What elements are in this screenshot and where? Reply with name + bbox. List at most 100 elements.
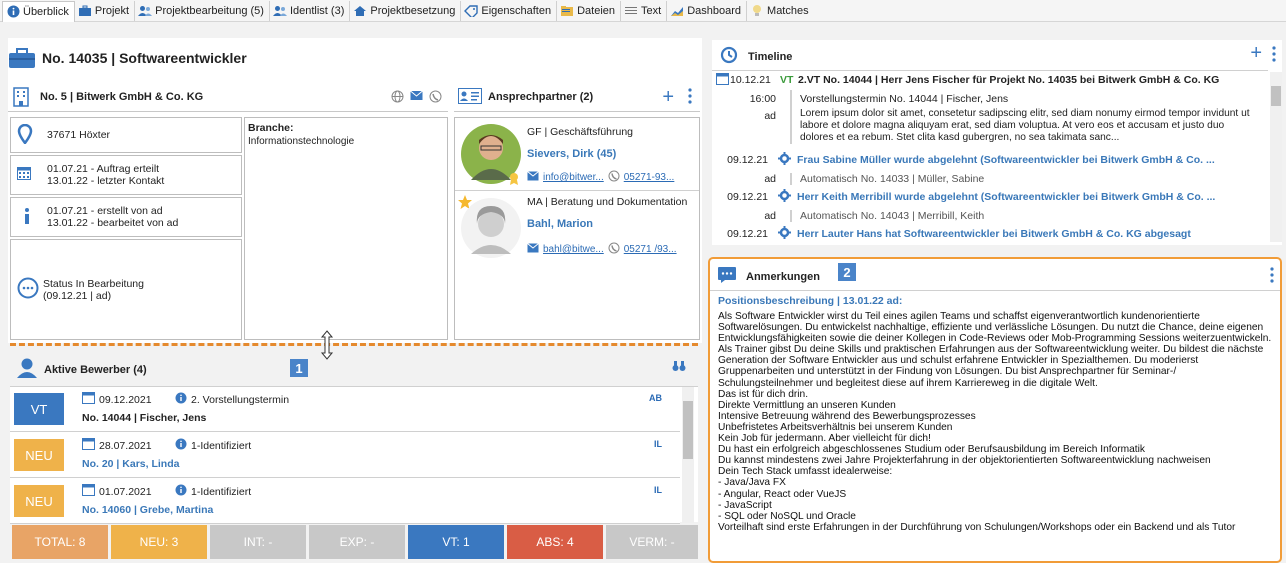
briefcase-icon [78,4,92,18]
applicants-scrollbar[interactable] [682,387,694,523]
applicant-name[interactable]: No. 14060 | Grebe, Martina [82,504,213,516]
info-icon [6,5,20,19]
timeline-row[interactable]: 10.12.21 VT 2.VT No. 14044 | Herr Jens F… [712,71,1268,89]
folder-icon [560,4,574,18]
timeline-text: Frau Sabine Müller wurde abgelehnt (Soft… [797,154,1215,166]
contacts-list: GF | Geschäftsführung Sievers, Dirk (45)… [454,117,700,340]
contacts-title: Ansprechpartner (2) [488,90,594,103]
stage-tag: NEU [14,439,64,471]
phone-icon [608,170,620,185]
timeline-type: VT [780,74,794,86]
phone-icon[interactable] [429,90,442,106]
tab-projektbearbeitung[interactable]: Projektbearbeitung (5) [135,0,270,21]
contact-email-link[interactable]: bahl@bitwe... [543,244,604,255]
timeline-row[interactable]: ad Lorem ipsum dolor sit amet, consetetu… [712,108,1268,148]
stage-tag: NEU [14,485,64,517]
tab-matches[interactable]: Matches [747,1,814,21]
mail-icon[interactable] [410,90,423,106]
stat-verm-button[interactable]: VERM: - [606,525,698,559]
tab-ueberblick[interactable]: Überblick [2,0,75,22]
tab-label: Projekt [94,4,130,17]
tab-dateien[interactable]: Dateien [557,0,622,21]
more-menu-icon[interactable] [1272,46,1276,65]
contact-email-link[interactable]: info@bitwer... [543,172,604,183]
notes-line: Intensive Betreuung während des Bewerbun… [718,410,976,422]
timeline-row[interactable]: ad Automatisch No. 14033 | Müller, Sabin… [712,170,1268,188]
tab-projekt[interactable]: Projekt [75,0,136,21]
timeline-row[interactable]: 16:00 Vorstellungstermin No. 14044 | Fis… [712,90,1268,108]
add-contact-button[interactable]: + [662,86,674,109]
calendar-icon [82,438,95,453]
binoculars-icon[interactable] [672,360,686,375]
contact-name[interactable]: Bahl, Marion [527,218,593,230]
notes-body[interactable]: Als Software Entwickler wirst du Teil ei… [718,311,1274,561]
timeline-title: Timeline [748,50,793,63]
house-icon [353,4,367,18]
company-name[interactable]: No. 5 | Bitwerk GmbH & Co. KG [40,91,203,103]
timeline-text: Automatisch No. 14043 | Merribill, Keith [790,210,984,222]
tab-dashboard[interactable]: Dashboard [667,0,748,21]
created-cell: 01.07.21 - erstellt von ad 13.01.22 - bea… [10,197,242,237]
contact-name[interactable]: Sievers, Dirk (45) [527,148,616,160]
location-text: 37671 Höxter [47,129,111,141]
order-date: 01.07.21 - Auftrag erteilt [47,163,160,175]
more-menu-icon[interactable] [688,88,692,107]
history-clock-icon [720,46,738,67]
list-item[interactable]: NEU 28.07.2021 1-Identifiziert No. 20 | … [10,433,680,478]
stat-abs-button[interactable]: ABS: 4 [507,525,603,559]
tab-projektbesetzung[interactable]: Projektbesetzung [350,0,462,21]
list-item[interactable]: VT 09.12.2021 2. Vorstellungstermin No. … [10,387,680,432]
applicant-name[interactable]: No. 14044 | Fischer, Jens [82,412,206,424]
tab-identlist[interactable]: Identlist (3) [270,0,351,21]
tab-label: Eigenschaften [481,4,552,17]
tab-eigenschaften[interactable]: Eigenschaften [461,0,558,21]
stat-int-button[interactable]: INT: - [210,525,306,559]
owner-code: IL [654,485,662,495]
resize-arrows-icon[interactable] [320,330,334,363]
splitter-handle[interactable] [10,343,698,346]
contact-phone-link[interactable]: 05271-93... [624,172,675,183]
stat-vt-button[interactable]: VT: 1 [408,525,504,559]
project-title-bar: No. 14035 | Softwareentwickler [8,42,247,74]
tab-label: Dashboard [687,4,742,17]
last-contact-date: 13.01.22 - letzter Kontakt [47,175,165,187]
contact-card-icon [458,87,482,106]
add-timeline-entry-button[interactable]: + [1250,42,1262,65]
contact-phone-link[interactable]: 05271 /93... [624,244,677,255]
location-pin-icon [17,123,37,147]
stat-total-button[interactable]: TOTAL: 8 [12,525,108,559]
applicant-stage: 2. Vorstellungstermin [191,393,290,406]
calendar-icon [716,72,730,88]
award-badge-icon [509,172,519,189]
timeline-panel: Timeline + 10.12.21 VT 2.VT No. 14044 | … [712,40,1282,245]
applicant-name[interactable]: No. 20 | Kars, Linda [82,458,179,470]
timeline-list: 10.12.21 VT 2.VT No. 14044 | Herr Jens F… [712,70,1268,242]
stat-neu-button[interactable]: NEU: 3 [111,525,207,559]
tab-text[interactable]: Text [621,0,668,21]
tab-label: Identlist (3) [289,4,345,17]
tag-icon [464,4,479,18]
notes-line: Das ist für dich drin. [718,388,809,400]
timeline-scrollbar[interactable] [1270,72,1282,242]
notes-line: Dein Tech Stack umfasst idealerweise: [718,466,893,478]
notes-title: Anmerkungen [746,270,820,283]
people-icon [272,4,287,18]
list-item[interactable]: NEU 01.07.2021 1-Identifiziert No. 14060… [10,479,680,524]
tab-label: Überblick [23,5,69,18]
branche-cell: Branche: Informationstechnologie [244,117,448,340]
timeline-row[interactable]: 09.12.21 Herr Keith Merribill wurde abge… [712,188,1268,206]
timeline-row[interactable]: 09.12.21 Herr Lauter Hans hat Softwareen… [712,225,1268,242]
info-i-icon [17,207,37,228]
text-lines-icon [624,4,638,18]
applicant-stage: 1-Identifiziert [191,439,252,452]
chart-icon [670,4,684,18]
project-overview-panel: No. 14035 | Softwareentwickler No. 5 | B… [8,38,702,343]
globe-icon[interactable] [391,90,404,106]
timeline-row[interactable]: ad Automatisch No. 14043 | Merribill, Ke… [712,207,1268,225]
edited-text: 13.01.22 - bearbeitet von ad [47,217,179,229]
stat-exp-button[interactable]: EXP: - [309,525,405,559]
timeline-row[interactable]: 09.12.21 Frau Sabine Müller wurde abgele… [712,151,1268,169]
avatar[interactable] [459,196,523,260]
more-menu-icon[interactable] [1270,267,1274,286]
status-text: Status In Bearbeitung [43,277,144,290]
